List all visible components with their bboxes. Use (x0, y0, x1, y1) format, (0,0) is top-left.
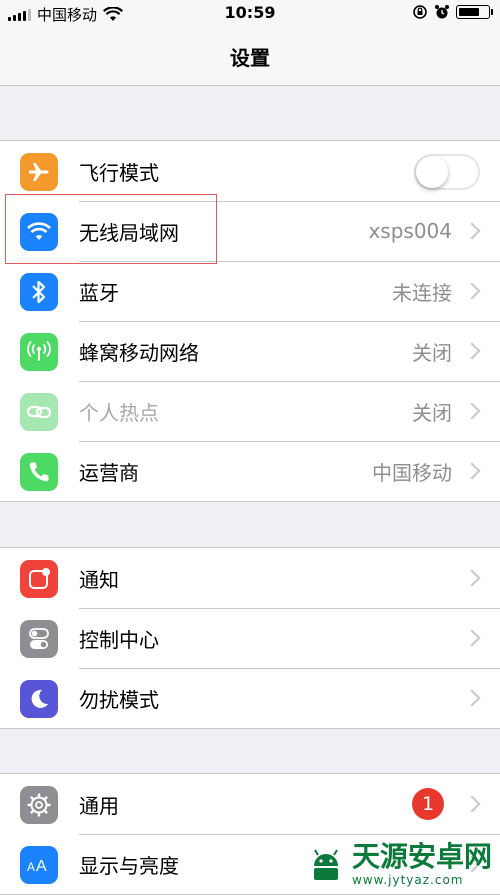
settings-row-label: 通知 (79, 567, 119, 592)
settings-row-cellular[interactable]: 蜂窝移动网络 关闭 (0, 321, 500, 381)
settings-row-control-center[interactable]: 控制中心 (0, 608, 500, 668)
settings-row-bluetooth[interactable]: 蓝牙 未连接 (0, 261, 500, 321)
svg-text:A: A (27, 860, 35, 874)
orientation-lock-icon (413, 5, 427, 19)
settings-row-label: 通用 (79, 793, 119, 818)
chevron-right-icon (463, 569, 481, 587)
settings-row-value: 中国移动 (372, 460, 452, 485)
settings-group-connectivity: 飞行模式 无线局域网 xsps004 蓝牙 未连接 蜂窝移动网络 关闭 个人热点… (0, 140, 500, 502)
settings-row-value: xsps004 (368, 219, 452, 243)
display-icon: AA (20, 846, 58, 884)
settings-row-carrier[interactable]: 运营商 中国移动 (0, 441, 500, 501)
control-center-icon (20, 620, 58, 658)
moon-icon (20, 680, 58, 718)
cellular-icon (20, 333, 58, 371)
status-bar: 中国移动 10:59 (0, 0, 500, 28)
battery-level (459, 8, 479, 16)
watermark-url: www.jytyaz.com (351, 873, 464, 887)
settings-row-personal-hotspot[interactable]: 个人热点 关闭 (0, 381, 500, 441)
settings-row-label: 勿扰模式 (79, 687, 159, 712)
toggle-knob (416, 156, 448, 188)
settings-row-label: 控制中心 (79, 627, 159, 652)
settings-row-label: 个人热点 (79, 400, 159, 425)
settings-row-label: 飞行模式 (79, 160, 159, 185)
chevron-right-icon (463, 795, 481, 813)
hotspot-icon (20, 393, 58, 431)
settings-row-label: 显示与亮度 (79, 853, 179, 878)
chevron-right-icon (463, 222, 481, 240)
notification-badge: 1 (412, 788, 444, 820)
notifications-icon (20, 560, 58, 598)
settings-row-value: 关闭 (412, 400, 452, 425)
chevron-right-icon (463, 462, 481, 480)
bluetooth-icon (20, 273, 58, 311)
watermark-title: 天源安卓网 (351, 840, 492, 873)
settings-row-wlan[interactable]: 无线局域网 xsps004 (0, 201, 500, 261)
settings-group-notifications: 通知 控制中心 勿扰模式 (0, 547, 500, 729)
nav-bar: 设置 (0, 28, 500, 86)
settings-row-general[interactable]: 通用 1 (0, 774, 500, 834)
watermark: 天源安卓网 www.jytyaz.com (306, 841, 492, 887)
svg-text:A: A (36, 858, 47, 875)
airplane-mode-toggle[interactable] (414, 154, 480, 190)
airplane-icon (20, 153, 58, 191)
chevron-right-icon (463, 402, 481, 420)
settings-row-notifications[interactable]: 通知 (0, 548, 500, 608)
settings-row-airplane-mode: 飞行模式 (0, 141, 500, 201)
chevron-right-icon (463, 342, 481, 360)
chevron-right-icon (463, 629, 481, 647)
settings-row-label: 运营商 (79, 460, 139, 485)
settings-row-label: 无线局域网 (79, 220, 179, 245)
chevron-right-icon (463, 689, 481, 707)
gear-icon (20, 786, 58, 824)
chevron-right-icon (463, 282, 481, 300)
settings-row-do-not-disturb[interactable]: 勿扰模式 (0, 668, 500, 728)
settings-row-label: 蜂窝移动网络 (79, 340, 199, 365)
alarm-icon (435, 5, 449, 19)
battery-icon (456, 5, 493, 19)
settings-row-label: 蓝牙 (79, 280, 119, 305)
page-title: 设置 (230, 46, 270, 70)
phone-icon (20, 453, 58, 491)
settings-row-value: 未连接 (392, 280, 452, 305)
android-logo-icon (313, 849, 338, 880)
wifi-icon (20, 213, 58, 251)
settings-row-value: 关闭 (412, 340, 452, 365)
